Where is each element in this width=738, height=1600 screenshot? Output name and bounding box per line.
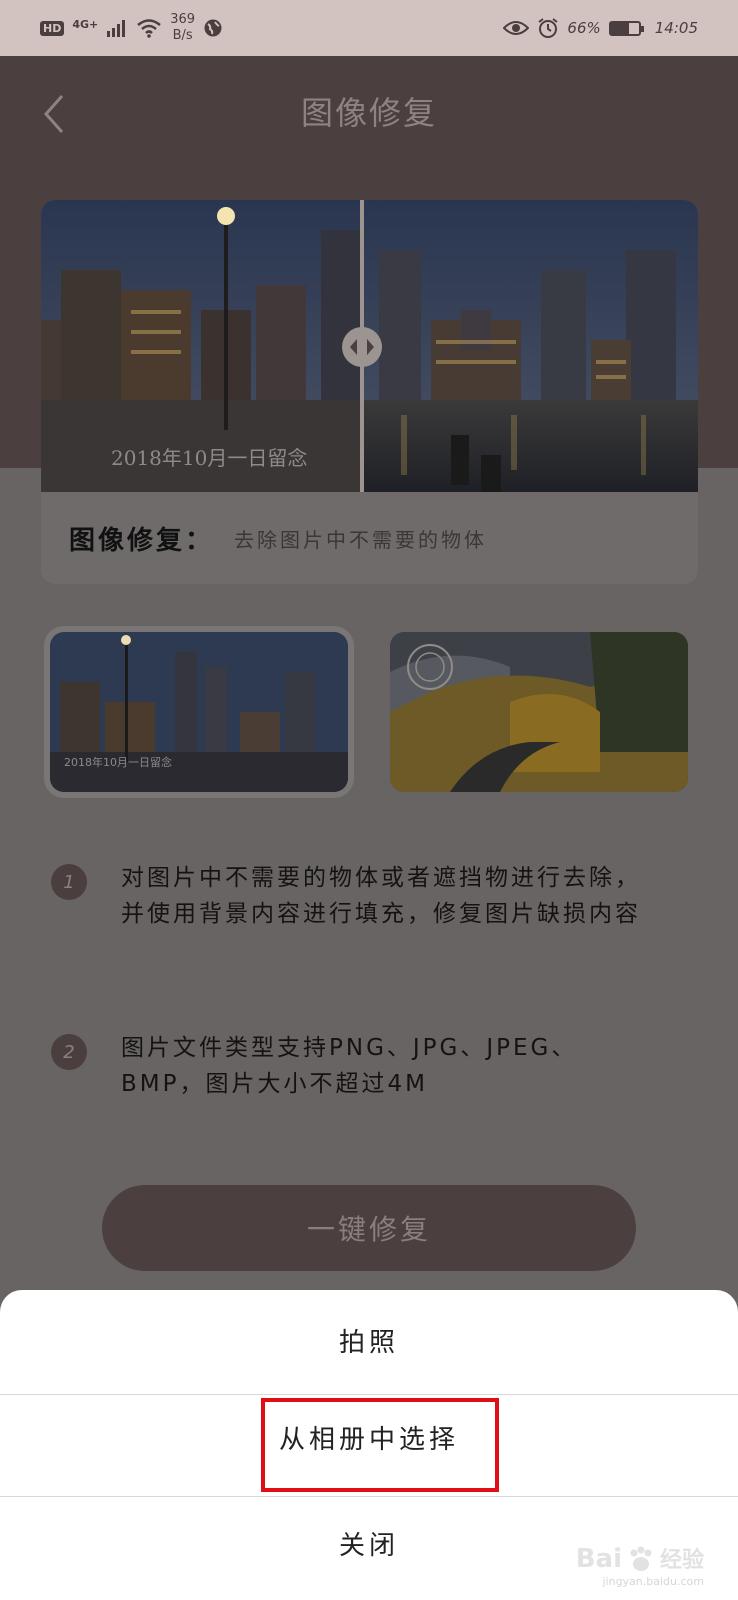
- take-photo-option[interactable]: 拍照: [0, 1318, 738, 1368]
- page-title: 图像修复: [300, 94, 437, 132]
- hero-image-caption: 2018年10月一日留念: [111, 446, 308, 470]
- signal-icon: [107, 20, 126, 37]
- forest-thumbnail-image: [390, 632, 688, 792]
- watermark-suffix: 经验: [659, 1548, 704, 1573]
- hero-title: 图像修复：: [69, 525, 215, 556]
- step-number: 1: [51, 864, 87, 900]
- wifi-icon: [137, 19, 162, 38]
- status-left: HD 4G+ 369 B/s: [40, 0, 223, 56]
- baidu-watermark: Bai 经验 jingyan.baidu.com: [575, 1542, 704, 1588]
- network-type: 4G+: [72, 17, 99, 31]
- battery-level: [610, 22, 630, 34]
- network-speed: 369 B/s: [170, 12, 195, 44]
- step-text: 图片文件类型支持PNG、JPG、JPEG、BMP，图片大小不超过4M: [121, 1035, 578, 1097]
- status-right: 66% 14:05: [503, 0, 698, 56]
- highlight-annotation: [261, 1398, 499, 1492]
- battery-icon: [608, 20, 644, 36]
- step-number: 2: [51, 1034, 87, 1070]
- status-bar: HD 4G+ 369 B/s 66% 14:05: [0, 0, 738, 56]
- battery-percent: 66%: [567, 19, 601, 37]
- step-text: 对图片中不需要的物体或者遮挡物进行去除，并使用背景内容进行填充，修复图片缺损内容: [121, 865, 641, 927]
- speed-unit: B/s: [172, 28, 193, 43]
- globe-icon: [204, 19, 222, 37]
- hero-caption: 图像修复： 去除图片中不需要的物体: [41, 492, 698, 584]
- paw-icon: [630, 1546, 652, 1571]
- clock: 14:05: [654, 19, 698, 37]
- thumbnail-caption: 2018年10月一日留念: [64, 756, 172, 769]
- speed-value: 369: [170, 12, 196, 27]
- sheet-divider: [0, 1394, 738, 1395]
- watermark-brand: Bai: [575, 1544, 622, 1574]
- hd-badge: HD: [40, 20, 65, 36]
- sheet-divider: [0, 1496, 738, 1497]
- alarm-icon: [538, 18, 559, 38]
- sample-thumbnail-city[interactable]: 2018年10月一日留念: [50, 632, 348, 792]
- hero-card: 2018年10月一日留念 图像修复： 去除图片中不需要的物体: [41, 200, 698, 584]
- one-click-repair-button[interactable]: 一键修复: [102, 1185, 636, 1271]
- watermark-url: jingyan.baidu.com: [602, 1575, 704, 1588]
- hero-description: 去除图片中不需要的物体: [234, 527, 488, 552]
- eye-icon: [503, 21, 530, 35]
- sample-thumbnail-forest[interactable]: [390, 632, 688, 792]
